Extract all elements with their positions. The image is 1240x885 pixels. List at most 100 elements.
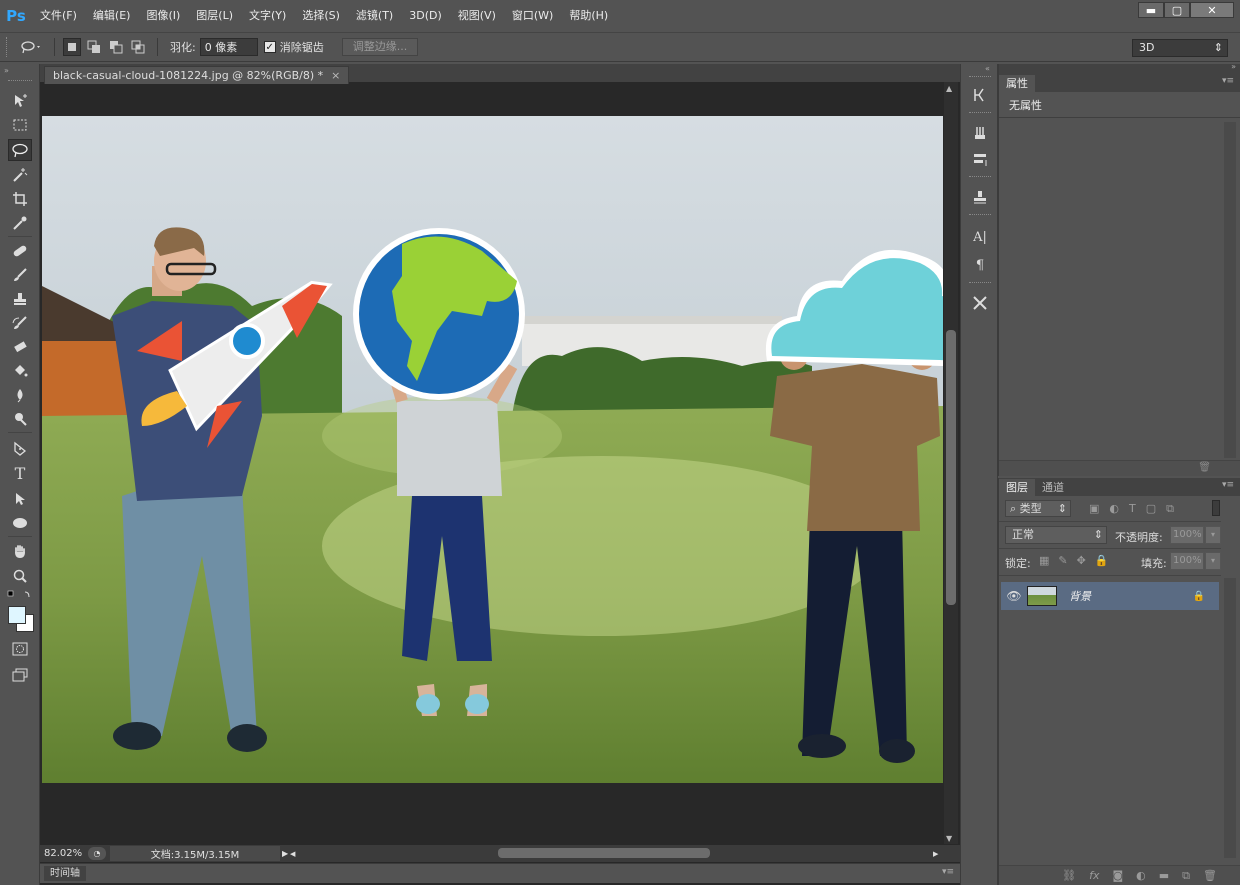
minimize-button[interactable]: ▬ [1138,2,1164,18]
status-menu-arrow-icon[interactable]: ▶ [282,849,288,858]
brush-tool-icon[interactable] [8,264,32,286]
intersect-selection-icon[interactable] [129,38,147,56]
vertical-scroll-thumb[interactable] [946,330,956,605]
add-mask-icon[interactable]: ◙ [1112,869,1123,882]
eraser-tool-icon[interactable] [8,336,32,358]
brush-presets-icon[interactable] [969,122,991,144]
panel-menu-icon[interactable]: ▾≡ [1222,480,1234,490]
lock-all-icon[interactable]: 🔒 [1095,554,1109,567]
paint-bucket-tool-icon[interactable] [8,360,32,382]
menu-filter[interactable]: 滤镜(T) [348,0,401,32]
menu-window[interactable]: 窗口(W) [504,0,561,32]
blur-tool-icon[interactable] [8,384,32,406]
menu-help[interactable]: 帮助(H) [561,0,616,32]
layer-name[interactable]: 背景 [1069,588,1091,604]
history-brush-tool-icon[interactable] [8,312,32,334]
quick-mask-icon[interactable] [8,638,32,660]
tools-3d-icon[interactable] [969,292,991,314]
fill-input[interactable]: 100% [1170,552,1204,570]
eyedropper-tool-icon[interactable] [8,212,32,234]
pen-tool-icon[interactable] [8,438,32,460]
blend-mode-select[interactable]: 正常 ⇕ [1005,526,1107,544]
menu-type[interactable]: 文字(Y) [241,0,294,32]
menu-3d[interactable]: 3D(D) [401,0,450,32]
maximize-button[interactable]: ▢ [1164,2,1190,18]
swap-colors-icon[interactable] [7,590,33,605]
shape-filter-icon[interactable]: ▢ [1146,502,1156,516]
refine-edge-button[interactable]: 调整边缘... [341,38,419,56]
clone-source-icon[interactable] [969,186,991,208]
smart-object-filter-icon[interactable]: ⧉ [1166,502,1174,516]
menu-view[interactable]: 视图(V) [450,0,504,32]
lasso-tool-preset-icon[interactable] [16,38,46,56]
scroll-down-arrow-icon[interactable]: ▼ [946,834,952,843]
adjustment-layer-icon[interactable]: ◐ [1136,869,1146,882]
delete-layer-icon[interactable]: 🗑 [1203,869,1217,882]
dodge-tool-icon[interactable] [8,408,32,430]
clone-stamp-tool-icon[interactable] [8,288,32,310]
scroll-right-arrow-icon[interactable]: ▶ [933,850,938,858]
scroll-up-arrow-icon[interactable]: ▲ [946,84,952,93]
close-tab-icon[interactable]: × [331,69,340,82]
move-tool-icon[interactable] [8,90,32,112]
menu-select[interactable]: 选择(S) [294,0,348,32]
zoom-level[interactable]: 82.02% [40,848,88,859]
ellipse-tool-icon[interactable] [8,512,32,534]
status-info-icon[interactable]: ◔ [88,847,106,860]
filter-toggle[interactable] [1212,500,1220,516]
close-button[interactable]: ✕ [1190,2,1234,18]
adjustment-filter-icon[interactable]: ◐ [1109,502,1119,516]
hand-tool-icon[interactable] [8,541,32,563]
tool-presets-icon[interactable] [969,148,991,170]
type-filter-icon[interactable]: T [1129,502,1136,516]
antialias-checkbox[interactable]: ✓ [263,41,276,53]
screen-mode-icon[interactable] [8,664,32,686]
path-selection-tool-icon[interactable] [8,488,32,510]
menu-file[interactable]: 文件(F) [32,0,85,32]
lasso-tool-icon[interactable] [8,139,32,161]
add-to-selection-icon[interactable] [85,38,103,56]
healing-brush-tool-icon[interactable] [8,240,32,262]
lock-position-icon[interactable]: ✥ [1077,554,1086,567]
menu-layer[interactable]: 图层(L) [188,0,241,32]
paragraph-panel-icon[interactable]: ¶ [969,254,991,276]
chevron-down-icon[interactable]: ▾ [1205,526,1221,544]
link-layers-icon[interactable]: ⛓ [1062,869,1076,882]
collapse-icon[interactable]: » [4,66,9,75]
workspace-select[interactable]: 3D ⇕ [1132,39,1228,57]
crop-tool-icon[interactable] [8,188,32,210]
layer-filter-select[interactable]: ⌕ 类型 ⇕ [1005,500,1071,517]
new-group-icon[interactable]: ▬ [1159,869,1169,882]
tab-layers[interactable]: 图层 [999,479,1035,496]
tab-channels[interactable]: 通道 [1035,479,1071,496]
horizontal-scroll-thumb[interactable] [498,848,710,858]
timeline-tab[interactable]: 时间轴 [44,866,86,881]
collapse-icon[interactable]: » [1231,62,1236,71]
document-tab[interactable]: black-casual-cloud-1081224.jpg @ 82%(RGB… [44,66,350,84]
new-selection-icon[interactable] [63,38,81,56]
panel-menu-icon[interactable]: ▾≡ [1222,76,1234,86]
opacity-input[interactable]: 100% [1170,526,1204,544]
new-layer-icon[interactable]: ⧉ [1182,869,1190,883]
subtract-from-selection-icon[interactable] [107,38,125,56]
chevron-down-icon[interactable]: ▾ [1205,552,1221,570]
expand-icon[interactable]: « [985,64,990,73]
panel-menu-icon[interactable]: ▾≡ [942,867,954,877]
eye-icon[interactable]: 👁 [1001,589,1027,603]
character-panel-icon[interactable]: A| [969,226,991,248]
pixel-filter-icon[interactable]: ▣ [1089,502,1099,516]
canvas-image[interactable] [42,116,943,783]
menu-edit[interactable]: 编辑(E) [85,0,139,32]
foreground-color-swatch[interactable] [8,606,26,624]
feather-input[interactable]: 0 像素 [199,38,258,56]
magic-wand-tool-icon[interactable] [8,164,32,186]
marquee-tool-icon[interactable] [8,114,32,136]
type-tool-icon[interactable]: T [8,462,32,484]
tab-properties[interactable]: 属性 [999,75,1035,92]
lock-transparent-pixels-icon[interactable]: ▦ [1039,554,1049,567]
history-panel-icon[interactable] [969,84,991,106]
delete-icon[interactable]: 🗑 [1198,462,1211,473]
properties-scrollbar[interactable] [1224,122,1236,458]
layer-style-icon[interactable]: fx [1089,869,1099,882]
menu-image[interactable]: 图像(I) [138,0,188,32]
